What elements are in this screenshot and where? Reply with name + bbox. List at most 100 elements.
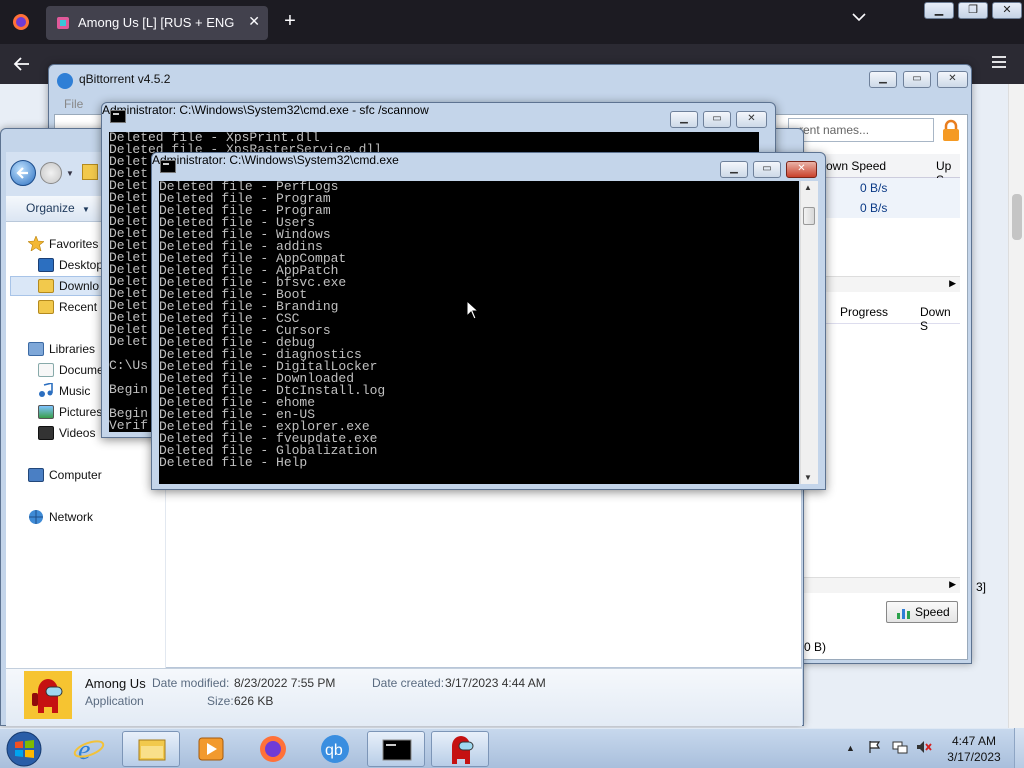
chevron-down-icon: ▼: [82, 205, 90, 214]
file-type: Application: [85, 694, 144, 708]
tree-pictures[interactable]: Pictures: [59, 405, 102, 419]
folder-icon: [82, 164, 98, 180]
scroll-right-arrow-icon[interactable]: ▶: [949, 579, 956, 590]
tree-network[interactable]: Network: [49, 510, 93, 524]
svg-text:qb: qb: [325, 742, 343, 759]
close-window-icon[interactable]: ✕: [937, 71, 968, 88]
desktop-icon: [38, 258, 54, 272]
console-scrollbar[interactable]: ▲ ▼: [800, 181, 818, 484]
taskbar-qbittorrent-icon[interactable]: qb: [306, 731, 364, 767]
taskbar-firefox-icon[interactable]: [244, 731, 302, 767]
speed-label: Speed: [915, 605, 950, 619]
browser-tab-among-us[interactable]: Among Us [L] [RUS + ENG + 14] ✕: [46, 6, 268, 40]
minimize-icon[interactable]: ▁: [924, 2, 954, 19]
window-title: qBittorrent v4.5.2: [79, 72, 171, 86]
tree-desktop[interactable]: Desktop: [59, 258, 103, 272]
recent-pages-chevron-icon[interactable]: ▼: [66, 169, 74, 178]
downloads-folder-icon: [38, 279, 54, 293]
network-icon: [28, 509, 44, 524]
hamburger-menu-icon[interactable]: [990, 54, 1008, 70]
size-value: 626 KB: [234, 694, 274, 708]
tree-documents[interactable]: Docume: [59, 363, 104, 377]
close-window-icon[interactable]: ✕: [786, 161, 817, 178]
minimize-icon[interactable]: ▁: [720, 161, 748, 178]
network-status-icon[interactable]: [892, 740, 908, 754]
date-modified-label: Date modified:: [152, 676, 230, 690]
pictures-icon: [38, 405, 54, 419]
close-window-icon[interactable]: ✕: [736, 111, 767, 128]
tree-favorites[interactable]: Favorites: [49, 237, 98, 251]
show-hidden-icons-icon[interactable]: ▲: [846, 743, 855, 753]
taskbar-cmd-icon[interactable]: [367, 731, 425, 767]
cmd-icon: [160, 160, 176, 173]
libraries-icon: [28, 342, 44, 356]
firefox-menu-logo-icon[interactable]: [12, 13, 30, 31]
files-list-hscrollbar[interactable]: ▶: [800, 577, 960, 593]
start-button-windows-icon[interactable]: [4, 730, 48, 768]
taskbar-media-player-icon[interactable]: [182, 731, 240, 767]
organize-label: Organize: [26, 201, 75, 215]
new-tab-button[interactable]: +: [278, 10, 302, 33]
firefox-scrollbar[interactable]: [1008, 84, 1024, 730]
music-icon: [38, 383, 54, 397]
tree-music[interactable]: Music: [59, 384, 90, 398]
among-us-app-icon: [24, 671, 72, 719]
tab-close-icon[interactable]: ✕: [248, 13, 260, 30]
tree-downloads[interactable]: Downlo: [59, 279, 99, 293]
speed-tab-button[interactable]: Speed: [886, 601, 958, 623]
volume-muted-icon[interactable]: [916, 740, 932, 754]
show-desktop-button[interactable]: [1014, 728, 1024, 768]
tree-videos[interactable]: Videos: [59, 426, 95, 440]
date-modified-value: 8/23/2022 7:55 PM: [234, 676, 336, 690]
taskbar-among-us-icon[interactable]: [431, 731, 489, 767]
action-center-flag-icon[interactable]: [868, 740, 882, 754]
scroll-thumb[interactable]: [803, 207, 815, 225]
torrent-filter-input[interactable]: rent names...: [788, 118, 934, 142]
tab-title: Among Us [L] [RUS + ENG + 14]: [78, 15, 238, 30]
restore-icon[interactable]: ❐: [958, 2, 988, 19]
status-edge-text: 3]: [976, 580, 987, 594]
maximize-icon[interactable]: ▭: [903, 71, 931, 88]
tab-favicon-icon: [56, 16, 70, 30]
back-button-icon[interactable]: [10, 160, 36, 186]
maximize-icon[interactable]: ▭: [703, 111, 731, 128]
date-created-value: 3/17/2023 4:44 AM: [445, 676, 546, 690]
organize-button[interactable]: Organize ▼: [26, 201, 90, 215]
tree-computer[interactable]: Computer: [49, 468, 102, 482]
menu-file[interactable]: File: [64, 97, 83, 111]
tree-libraries[interactable]: Libraries: [49, 342, 95, 356]
list-all-tabs-chevron-icon[interactable]: [852, 12, 866, 22]
speed-chart-icon: [897, 607, 911, 619]
col-down-speed-2[interactable]: Down S: [920, 305, 960, 333]
clock-time: 4:47 AM: [951, 734, 997, 748]
col-progress[interactable]: Progress: [840, 305, 888, 319]
minimize-icon[interactable]: ▁: [869, 71, 897, 88]
taskbar-windows-explorer-icon[interactable]: [122, 731, 180, 767]
close-window-icon[interactable]: ✕: [992, 2, 1022, 19]
back-arrow-icon[interactable]: [12, 54, 32, 74]
date-created-label: Date created:: [372, 676, 445, 690]
minimize-icon[interactable]: ▁: [670, 111, 698, 128]
system-clock[interactable]: 4:47 AM 3/17/2023: [936, 733, 1012, 765]
file-name: Among Us: [85, 676, 146, 691]
qbittorrent-logo-icon: [57, 73, 73, 89]
firefox-tab-bar: Among Us [L] [RUS + ENG + 14] ✕ + ▁ ❐ ✕: [0, 0, 1024, 44]
console-output[interactable]: Deleted file - PerfLogs Deleted file - Pr…: [159, 181, 799, 484]
col-down-speed[interactable]: own Speed: [826, 159, 886, 173]
taskbar-internet-explorer-icon[interactable]: e: [60, 731, 118, 767]
forward-button-icon[interactable]: [40, 162, 62, 184]
scroll-up-arrow-icon[interactable]: ▲: [804, 183, 812, 192]
scroll-right-arrow-icon[interactable]: ▶: [949, 278, 956, 289]
row-down-speed: 0 B/s: [860, 181, 888, 195]
computer-icon: [28, 468, 44, 482]
mouse-cursor-icon: [466, 300, 480, 320]
svg-text:e: e: [78, 735, 90, 766]
recent-places-icon: [38, 300, 54, 314]
videos-icon: [38, 426, 54, 440]
console-line: Deleted file - Help: [159, 455, 308, 470]
scroll-down-arrow-icon[interactable]: ▼: [804, 473, 812, 482]
lock-icon[interactable]: [940, 119, 962, 143]
maximize-icon[interactable]: ▭: [753, 161, 781, 178]
cmd-window-active: Administrator: C:\Windows\System32\cmd.e…: [151, 152, 826, 490]
size-label: Size:: [207, 694, 234, 708]
